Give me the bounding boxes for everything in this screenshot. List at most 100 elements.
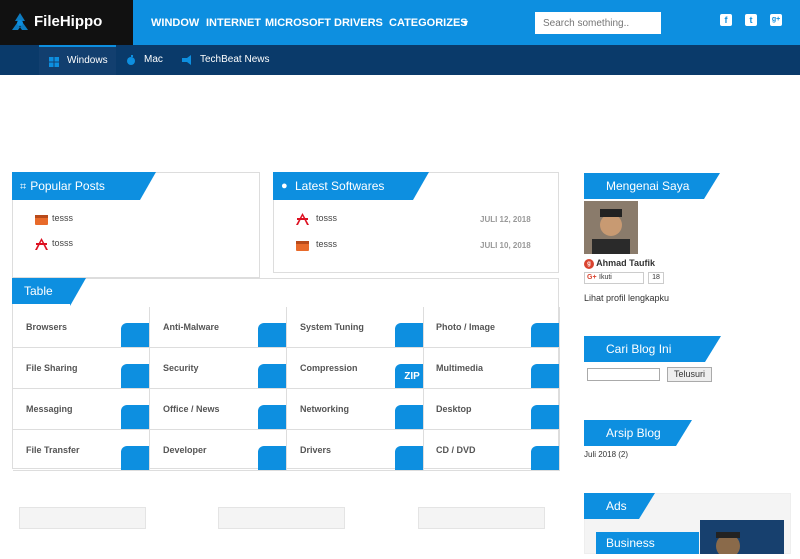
category-label: Networking bbox=[300, 404, 350, 414]
category-label: Browsers bbox=[26, 322, 68, 332]
latest-softwares-panel: ● Latest Softwares tosss JULI 12, 2018 te… bbox=[273, 172, 559, 273]
category-label: Desktop bbox=[436, 404, 472, 414]
profile-photo bbox=[584, 201, 638, 254]
search-button[interactable]: Telusuri bbox=[667, 367, 712, 382]
placeholder-box bbox=[19, 507, 146, 529]
list-item[interactable]: tesss bbox=[35, 213, 73, 225]
profile-link[interactable]: Lihat profil lengkapku bbox=[584, 293, 669, 303]
transfer-icon bbox=[121, 446, 149, 470]
software-link[interactable]: tesss bbox=[316, 239, 337, 249]
app-name: FileHippo bbox=[34, 13, 103, 30]
windows-icon bbox=[49, 57, 59, 67]
popular-posts-panel: ⌗ Popular Posts tesss tosss bbox=[12, 172, 260, 278]
category-file-transfer[interactable]: File Transfer bbox=[13, 430, 150, 471]
category-browsers[interactable]: Browsers bbox=[13, 307, 150, 348]
profile-name[interactable]: g Ahmad Taufik bbox=[584, 258, 655, 269]
category-desktop[interactable]: Desktop bbox=[423, 389, 560, 430]
category-networking[interactable]: Networking bbox=[287, 389, 424, 430]
folder-share-icon bbox=[121, 364, 149, 388]
antenna-icon bbox=[296, 213, 309, 225]
blog-search-input[interactable] bbox=[587, 368, 660, 381]
category-compression[interactable]: Compression ZIP bbox=[287, 348, 424, 389]
post-link[interactable]: tosss bbox=[52, 238, 73, 248]
category-file-sharing[interactable]: File Sharing bbox=[13, 348, 150, 389]
category-anti-malware[interactable]: Anti-Malware bbox=[150, 307, 287, 348]
search-input[interactable] bbox=[535, 12, 661, 34]
post-date: JULI 12, 2018 bbox=[480, 215, 531, 224]
nav-categorizes[interactable]: CATEGORIZES bbox=[389, 17, 468, 29]
follow-button[interactable]: G+ Ikuti bbox=[584, 272, 644, 284]
megaphone-icon bbox=[182, 55, 191, 65]
latest-softwares-title: ● Latest Softwares bbox=[273, 172, 429, 200]
category-photo-image[interactable]: Photo / Image bbox=[423, 307, 560, 348]
category-label: CD / DVD bbox=[436, 445, 476, 455]
category-drivers[interactable]: Drivers bbox=[287, 430, 424, 471]
chat-icon bbox=[121, 405, 149, 429]
category-cd-dvd[interactable]: CD / DVD bbox=[423, 430, 560, 471]
ad-image[interactable] bbox=[700, 520, 784, 558]
category-security[interactable]: Security bbox=[150, 348, 287, 389]
category-system-tuning[interactable]: System Tuning bbox=[287, 307, 424, 348]
popular-posts-title: ⌗ Popular Posts bbox=[12, 172, 156, 200]
category-multimedia[interactable]: Multimedia bbox=[423, 348, 560, 389]
zip-icon: ZIP bbox=[395, 364, 423, 388]
category-label: Compression bbox=[300, 363, 358, 373]
list-item[interactable]: tesss bbox=[296, 239, 337, 251]
software-link[interactable]: tosss bbox=[316, 213, 337, 223]
avatar[interactable] bbox=[584, 201, 638, 254]
google-plus-icon[interactable]: g+ bbox=[770, 14, 782, 26]
nav-internet[interactable]: INTERNET bbox=[206, 17, 261, 29]
category-label: Multimedia bbox=[436, 363, 484, 373]
subnav-windows[interactable]: Windows bbox=[39, 45, 116, 75]
author-name: Ahmad Taufik bbox=[596, 258, 656, 268]
category-label: Security bbox=[163, 363, 199, 373]
wrench-icon bbox=[258, 446, 286, 470]
list-item[interactable]: tosss bbox=[296, 213, 337, 225]
subnav-windows-label: Windows bbox=[67, 55, 108, 66]
follower-count: 18 bbox=[648, 272, 664, 284]
subnav-techbeat[interactable]: TechBeat News bbox=[172, 45, 282, 75]
google-plus-icon: G+ bbox=[587, 274, 597, 281]
apple-icon bbox=[127, 55, 135, 65]
category-messaging[interactable]: Messaging bbox=[13, 389, 150, 430]
category-label: Photo / Image bbox=[436, 322, 496, 332]
twitter-icon[interactable]: t bbox=[745, 14, 757, 26]
logo[interactable]: FileHippo bbox=[0, 0, 133, 45]
list-item[interactable]: tosss bbox=[35, 238, 73, 250]
category-label: Developer bbox=[163, 445, 207, 455]
network-icon bbox=[395, 405, 423, 429]
category-developer[interactable]: Developer bbox=[150, 430, 287, 471]
blog-search-title: Cari Blog Ini bbox=[584, 336, 721, 362]
chevron-down-icon[interactable]: ▼ bbox=[461, 18, 470, 28]
ad-banner[interactable]: Business bbox=[596, 532, 699, 554]
subnav-techbeat-label: TechBeat News bbox=[200, 54, 270, 65]
top-navbar: FileHippo WINDOW INTERNET MICROSOFT DRIV… bbox=[0, 0, 800, 45]
category-office-news[interactable]: Office / News bbox=[150, 389, 287, 430]
play-icon bbox=[531, 364, 559, 388]
archive-item[interactable]: Juli 2018 (2) bbox=[584, 450, 628, 459]
newspaper-icon bbox=[258, 405, 286, 429]
nav-drivers[interactable]: DRIVERS bbox=[334, 17, 383, 29]
box-icon bbox=[296, 241, 309, 251]
filehippo-logo-icon bbox=[12, 13, 28, 30]
nav-window[interactable]: WINDOW bbox=[151, 17, 199, 29]
post-link[interactable]: tesss bbox=[52, 213, 73, 223]
box-icon bbox=[35, 215, 48, 225]
category-label: Office / News bbox=[163, 404, 220, 414]
placeholder-box bbox=[418, 507, 545, 529]
subnav-mac-label: Mac bbox=[144, 54, 163, 65]
gear-icon bbox=[395, 323, 423, 347]
browser-icon bbox=[121, 323, 149, 347]
subnav-mac[interactable]: Mac bbox=[116, 45, 168, 75]
google-plus-icon: g bbox=[584, 258, 594, 269]
category-label: System Tuning bbox=[300, 322, 364, 332]
card-icon bbox=[395, 446, 423, 470]
monitor-icon bbox=[531, 405, 559, 429]
follow-label: Ikuti bbox=[599, 274, 612, 281]
facebook-icon[interactable]: f bbox=[720, 14, 732, 26]
nav-microsoft[interactable]: MICROSOFT bbox=[265, 17, 331, 29]
category-label: Messaging bbox=[26, 404, 73, 414]
about-title: Mengenai Saya bbox=[584, 173, 720, 199]
antenna-icon bbox=[35, 238, 48, 250]
category-label: File Sharing bbox=[26, 363, 78, 373]
